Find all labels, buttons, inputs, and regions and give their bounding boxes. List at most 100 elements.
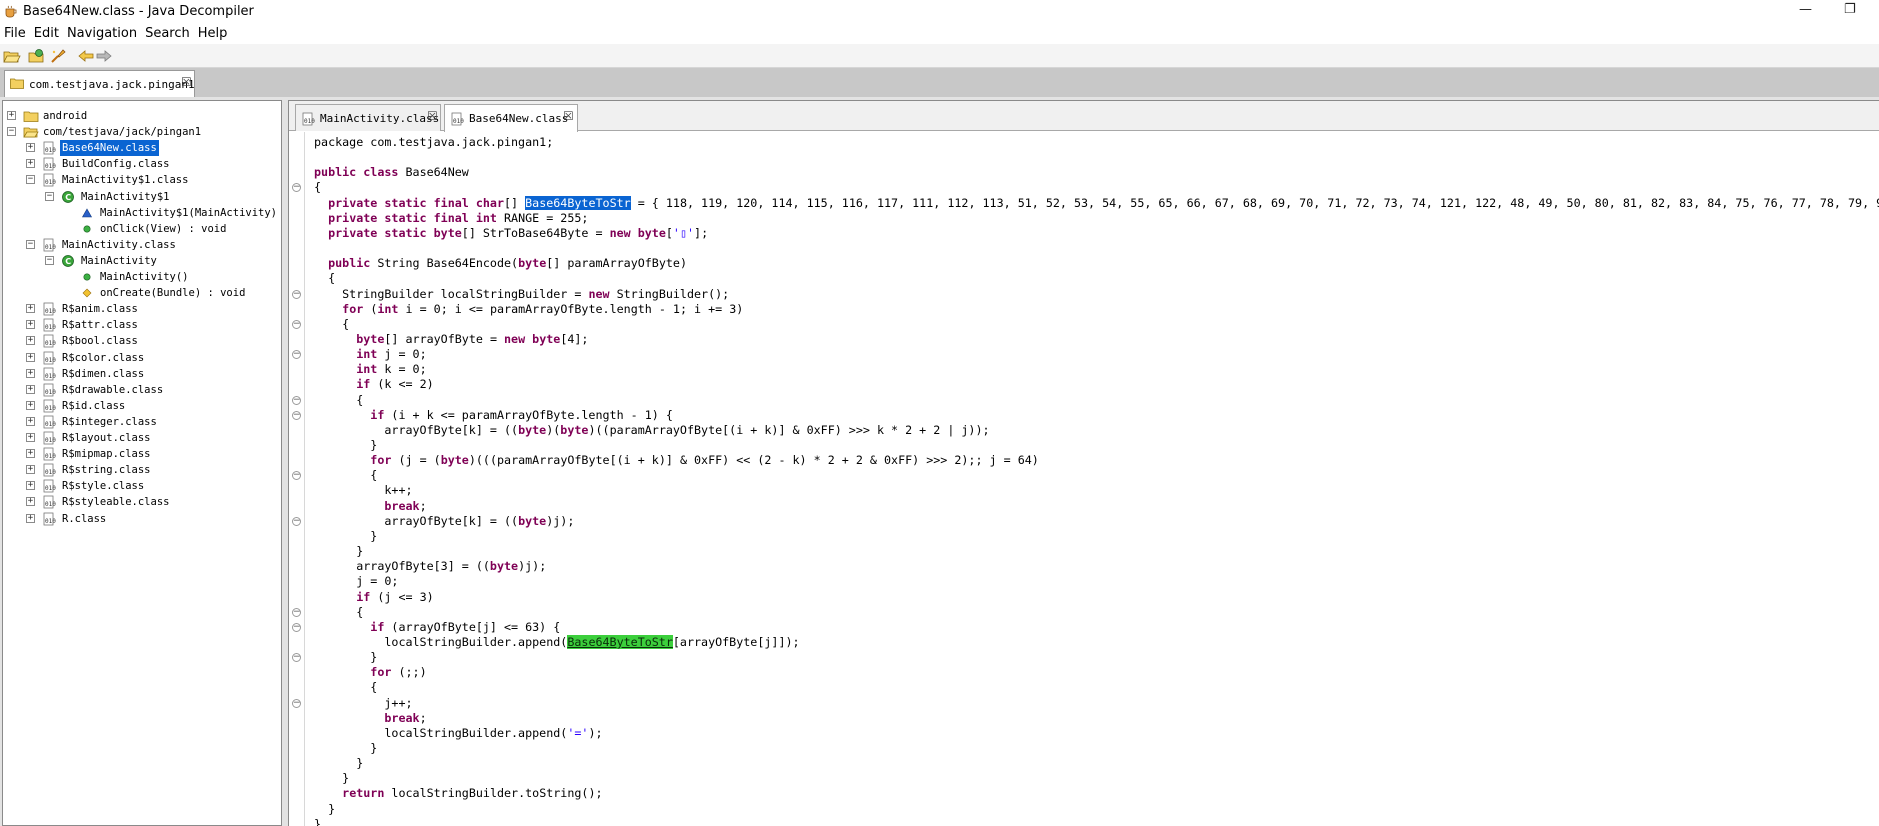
- tree-node[interactable]: − 010 MainActivity$1.class: [3, 172, 281, 188]
- open-file-icon[interactable]: [3, 47, 21, 65]
- class-file-icon: 010: [302, 112, 315, 126]
- tree-node-label: onClick(View) : void: [100, 222, 227, 235]
- fold-toggle-icon[interactable]: −: [292, 350, 301, 360]
- tree-node[interactable]: onCreate(Bundle) : void: [3, 285, 281, 301]
- selected-identifier[interactable]: Base64ByteToStr: [525, 195, 631, 210]
- expand-icon[interactable]: +: [26, 433, 35, 442]
- fold-toggle-icon[interactable]: −: [292, 516, 301, 526]
- code-token: {: [314, 604, 364, 619]
- open-type-icon[interactable]: [28, 47, 46, 65]
- menu-file[interactable]: File: [0, 24, 30, 44]
- tree-node[interactable]: + android: [3, 108, 281, 124]
- expand-icon[interactable]: +: [26, 143, 35, 153]
- fold-toggle-icon[interactable]: −: [292, 289, 301, 299]
- tree-node[interactable]: +010 R$string.class: [3, 462, 281, 478]
- tree-node[interactable]: +010 R$anim.class: [3, 301, 281, 317]
- tree-node[interactable]: +010 R$bool.class: [3, 333, 281, 349]
- svg-text:C: C: [65, 193, 71, 202]
- close-icon[interactable]: ☒: [427, 109, 438, 123]
- tree-node[interactable]: − 010 MainActivity.class: [3, 237, 281, 253]
- code-line: }: [314, 650, 377, 665]
- menu-navigation[interactable]: Navigation: [63, 24, 141, 44]
- collapse-icon[interactable]: −: [26, 239, 35, 249]
- fold-toggle-icon[interactable]: −: [292, 698, 301, 708]
- package-tree[interactable]: + android − com/testjava/jack/pingan1 +010 Ba…: [2, 100, 282, 826]
- tree-node-label: R$integer.class: [62, 415, 157, 428]
- fold-toggle-icon[interactable]: −: [292, 653, 301, 663]
- fold-toggle-icon[interactable]: −: [292, 622, 301, 632]
- tree-node[interactable]: − C MainActivity: [3, 253, 281, 269]
- fold-toggle-icon[interactable]: −: [292, 410, 301, 420]
- tree-node[interactable]: +010 BuildConfig.class: [3, 156, 281, 172]
- highlighted-identifier[interactable]: Base64ByteToStr: [567, 634, 673, 649]
- tree-node-label: R$color.class: [62, 351, 145, 364]
- tree-node-label: R$bool.class: [62, 335, 138, 348]
- expand-icon[interactable]: +: [26, 465, 35, 475]
- collapse-icon[interactable]: −: [45, 255, 54, 265]
- expand-icon[interactable]: +: [26, 449, 35, 459]
- tree-node[interactable]: − C MainActivity$1: [3, 189, 281, 205]
- forward-arrow-icon[interactable]: [95, 47, 113, 65]
- tab-mainactivity-class[interactable]: 010 MainActivity.class ☒: [295, 104, 441, 131]
- source-code-view[interactable]: package com.testjava.jack.pingan1; public…: [306, 132, 1879, 826]
- tree-node[interactable]: MainActivity(): [3, 269, 281, 285]
- tree-node[interactable]: +010 R$style.class: [3, 478, 281, 494]
- menu-help[interactable]: Help: [194, 24, 232, 44]
- tree-node-label: R$attr.class: [62, 319, 138, 332]
- expand-icon[interactable]: +: [26, 304, 35, 314]
- fold-toggle-icon[interactable]: −: [292, 395, 301, 405]
- restore-button[interactable]: ❐: [1844, 2, 1856, 17]
- expand-icon[interactable]: +: [26, 513, 35, 523]
- code-token: localStringBuilder.append(: [314, 725, 568, 740]
- code-token: byte: [560, 422, 589, 437]
- tree-node[interactable]: +010 R$integer.class: [3, 414, 281, 430]
- collapse-icon[interactable]: −: [7, 127, 16, 137]
- search-icon[interactable]: [49, 47, 67, 65]
- tree-node[interactable]: MainActivity$1(MainActivity): [3, 205, 281, 221]
- code-token: )j);: [546, 513, 575, 528]
- fold-toggle-icon[interactable]: −: [292, 607, 301, 617]
- expand-icon[interactable]: +: [26, 320, 35, 330]
- tree-node-label: R$mipmap.class: [62, 448, 151, 461]
- close-icon[interactable]: ☒: [181, 75, 192, 89]
- back-arrow-icon[interactable]: [77, 47, 95, 65]
- expand-icon[interactable]: +: [26, 384, 35, 394]
- expand-icon[interactable]: +: [26, 481, 35, 491]
- tree-node[interactable]: +010 R$dimen.class: [3, 366, 281, 382]
- minimize-button[interactable]: —: [1799, 2, 1812, 17]
- expand-icon[interactable]: +: [7, 111, 16, 120]
- menu-search[interactable]: Search: [141, 24, 194, 44]
- menu-edit[interactable]: Edit: [30, 24, 63, 44]
- tab-base64new-class[interactable]: 010 Base64New.class ☒: [444, 104, 578, 132]
- tree-node[interactable]: +010 R.class: [3, 511, 281, 527]
- close-icon[interactable]: ☒: [563, 109, 574, 123]
- fold-toggle-icon[interactable]: −: [292, 319, 301, 329]
- tree-node[interactable]: onClick(View) : void: [3, 221, 281, 237]
- expand-icon[interactable]: +: [26, 400, 35, 410]
- svg-text:010: 010: [45, 324, 56, 331]
- expand-icon[interactable]: +: [26, 416, 35, 426]
- collapse-icon[interactable]: −: [26, 175, 35, 185]
- tree-node[interactable]: +010 Base64New.class: [3, 140, 281, 157]
- code-token: byte: [518, 513, 547, 528]
- expand-icon[interactable]: +: [26, 336, 35, 346]
- expand-icon[interactable]: +: [26, 368, 35, 378]
- tree-node[interactable]: +010 R$layout.class: [3, 430, 281, 446]
- expand-icon[interactable]: +: [26, 352, 35, 362]
- code-token: for: [370, 665, 392, 680]
- tree-node[interactable]: +010 R$id.class: [3, 398, 281, 414]
- tree-node[interactable]: +010 R$mipmap.class: [3, 446, 281, 462]
- package-tab[interactable]: com.testjava.jack.pingan1 ☒: [4, 70, 195, 97]
- fold-toggle-icon[interactable]: −: [292, 183, 301, 193]
- tree-node[interactable]: − com/testjava/jack/pingan1: [3, 124, 281, 140]
- tree-node[interactable]: +010 R$color.class: [3, 350, 281, 366]
- tree-node[interactable]: +010 R$attr.class: [3, 317, 281, 333]
- collapse-icon[interactable]: −: [45, 191, 54, 201]
- tree-node[interactable]: +010 R$drawable.class: [3, 382, 281, 398]
- expand-icon[interactable]: +: [26, 497, 35, 507]
- tree-node[interactable]: +010 R$styleable.class: [3, 494, 281, 510]
- fold-gutter[interactable]: − − − − − − − − − − − −: [289, 132, 305, 826]
- expand-icon[interactable]: +: [26, 159, 35, 169]
- fold-toggle-icon[interactable]: −: [292, 471, 301, 481]
